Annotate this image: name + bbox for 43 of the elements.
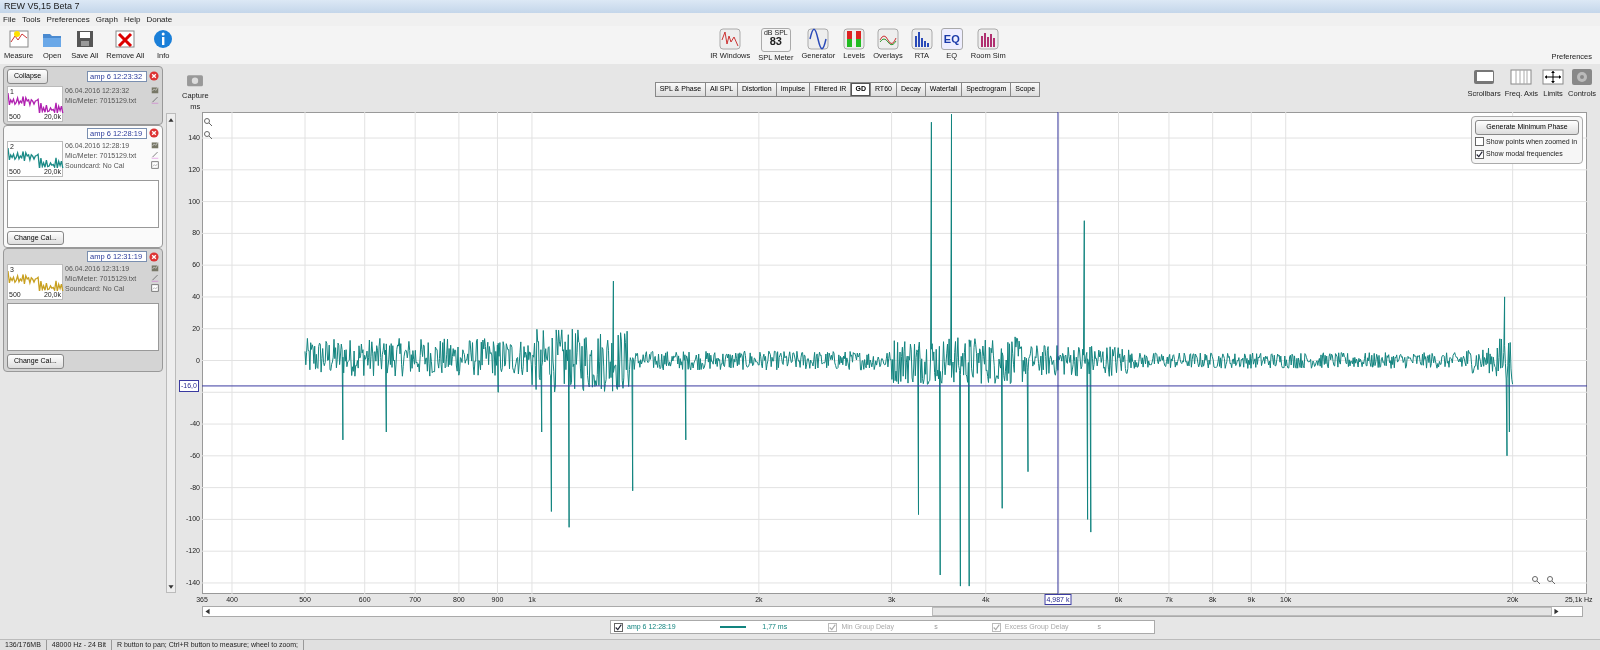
notes-field[interactable]	[7, 179, 159, 228]
checkbox[interactable]	[1475, 137, 1484, 147]
bar-chart-icon[interactable]	[977, 28, 1000, 50]
scrollbar[interactable]	[166, 113, 176, 593]
sine-wave-icon[interactable]	[807, 28, 830, 50]
close-icon[interactable]	[149, 128, 159, 138]
cursor-line[interactable]	[1057, 112, 1059, 594]
down-arrow-icon[interactable]	[167, 583, 175, 591]
magnifier-icon[interactable]	[1532, 576, 1541, 585]
document-icon[interactable]	[151, 160, 159, 169]
right-arrow-icon[interactable]	[1552, 607, 1561, 616]
checkbox[interactable]	[614, 622, 623, 632]
menu-item[interactable]: Graph	[95, 13, 118, 26]
close-icon[interactable]	[149, 251, 159, 262]
info-icon[interactable]	[152, 28, 175, 50]
menu-item[interactable]: Donate	[146, 13, 173, 26]
scrollbar-thumb[interactable]	[932, 607, 1552, 616]
magnifier-icon[interactable]	[204, 118, 213, 127]
horizontal-scrollbar[interactable]	[202, 606, 1583, 617]
close-icon[interactable]	[149, 71, 159, 82]
menu-item[interactable]: File	[3, 13, 16, 26]
menu-item[interactable]: Tools	[21, 13, 41, 26]
legend-line-swatch	[719, 626, 747, 628]
document-icon[interactable]	[151, 284, 159, 292]
level-meter-icon[interactable]	[843, 28, 866, 50]
notes-field[interactable]	[7, 303, 159, 351]
menu-item[interactable]: Preferences	[46, 13, 90, 26]
chart-x-icon[interactable]	[114, 28, 137, 50]
overlay-curves-icon[interactable]	[877, 28, 899, 50]
cursor-line[interactable]	[202, 385, 1587, 387]
chart-icon[interactable]	[151, 264, 159, 272]
bar-chart-icon[interactable]	[910, 28, 933, 50]
chart-icon[interactable]	[7, 28, 30, 50]
magnifier-icon[interactable]	[204, 131, 213, 140]
eq-icon[interactable]: EQ	[940, 28, 963, 50]
magnifier-icon[interactable]	[1547, 576, 1556, 585]
menu-item[interactable]: Help	[123, 13, 141, 26]
window-title: REW V5,15 Beta 7	[0, 0, 1600, 13]
left-arrow-icon[interactable]	[203, 607, 212, 616]
checkbox[interactable]	[1475, 149, 1484, 159]
chart-icon[interactable]	[151, 85, 159, 94]
chart-icon[interactable]	[151, 140, 159, 149]
waveform-icon[interactable]	[719, 28, 742, 50]
